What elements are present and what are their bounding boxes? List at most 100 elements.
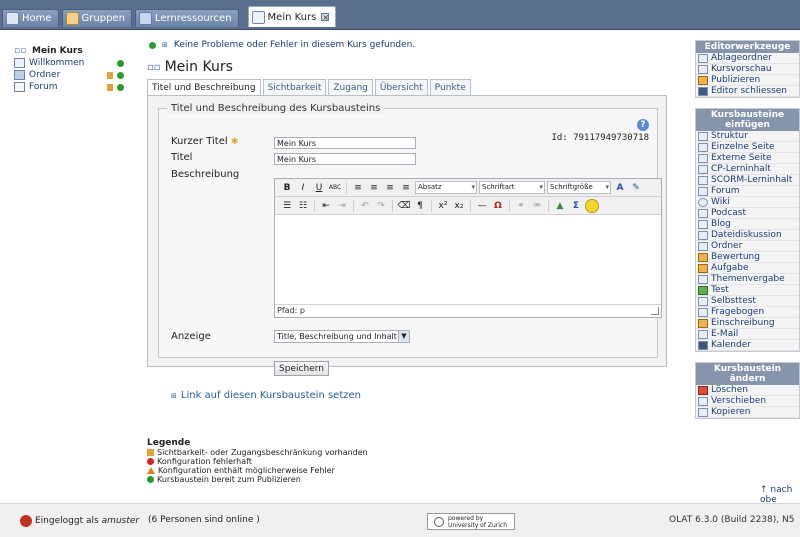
tool-close-editor[interactable]: Editor schliessen bbox=[696, 86, 799, 97]
close-tab-icon[interactable]: × bbox=[321, 13, 330, 22]
description-editor[interactable]: B I U ABC ≡ ≡ ≡ ≡ Absatz Schriftart Schr… bbox=[274, 178, 662, 318]
tab-points[interactable]: Punkte bbox=[429, 79, 471, 95]
subscript-button[interactable]: x₂ bbox=[452, 199, 466, 213]
formula-icon[interactable]: Σ bbox=[569, 199, 583, 213]
indent-button[interactable]: ⇥ bbox=[335, 199, 349, 213]
tab-learning-resources[interactable]: Lernressourcen bbox=[134, 9, 239, 27]
align-center-button[interactable]: ≡ bbox=[367, 181, 381, 195]
tab-access[interactable]: Zugang bbox=[328, 79, 373, 95]
insert-calendar[interactable]: Kalender bbox=[696, 340, 799, 351]
align-justify-button[interactable]: ≡ bbox=[399, 181, 413, 195]
insert-test[interactable]: Test bbox=[696, 285, 799, 296]
undo-button[interactable]: ↶ bbox=[358, 199, 372, 213]
save-button[interactable]: Speichern bbox=[274, 361, 329, 376]
tree-item-welcome[interactable]: Willkommen bbox=[14, 57, 124, 69]
toolbar-separator bbox=[470, 199, 471, 212]
insert-task[interactable]: Aufgabe bbox=[696, 263, 799, 274]
insert-blog[interactable]: Blog bbox=[696, 219, 799, 230]
smiley-icon[interactable] bbox=[585, 198, 599, 213]
insert-enrollment[interactable]: Einschreibung bbox=[696, 318, 799, 329]
italic-button[interactable]: I bbox=[296, 181, 310, 195]
tool-label: Kursvorschau bbox=[711, 64, 772, 74]
insert-folder[interactable]: Ordner bbox=[696, 241, 799, 252]
unlink-icon[interactable]: ⚮ bbox=[530, 199, 544, 213]
insert-self-test[interactable]: Selbsttest bbox=[696, 296, 799, 307]
insert-assessment[interactable]: Bewertung bbox=[696, 252, 799, 263]
horizontal-rule-icon[interactable]: — bbox=[475, 199, 489, 213]
insert-label: CP-Lerninhalt bbox=[711, 164, 771, 174]
insert-podcast[interactable]: Podcast bbox=[696, 208, 799, 219]
insert-forum[interactable]: Forum bbox=[696, 186, 799, 197]
bold-button[interactable]: B bbox=[280, 181, 294, 195]
insert-nodes-panel: Kursbausteine einfügen Struktur Einzelne… bbox=[695, 108, 800, 352]
insert-cp-content[interactable]: CP-Lerninhalt bbox=[696, 164, 799, 175]
outdent-button[interactable]: ⇤ bbox=[319, 199, 333, 213]
tool-storage-folder[interactable]: Ablageordner bbox=[696, 53, 799, 64]
back-to-top-link[interactable]: ↑ nach obe bbox=[760, 485, 800, 505]
insert-external-page[interactable]: Externe Seite bbox=[696, 153, 799, 164]
remove-format-icon[interactable]: ⌫ bbox=[397, 199, 411, 213]
insert-scorm-content[interactable]: SCORM-Lerninhalt bbox=[696, 175, 799, 186]
tool-publish[interactable]: Publizieren bbox=[696, 75, 799, 86]
title-input[interactable]: Mein Kurs bbox=[274, 153, 416, 165]
change-label: Löschen bbox=[711, 385, 748, 395]
tab-title-description[interactable]: Titel und Beschreibung bbox=[147, 79, 261, 96]
tab-groups[interactable]: Gruppen bbox=[61, 9, 132, 27]
insert-file-discussion[interactable]: Dateidiskussion bbox=[696, 230, 799, 241]
tab-visibility[interactable]: Sichtbarkeit bbox=[262, 79, 327, 95]
tool-course-preview[interactable]: Kursvorschau bbox=[696, 64, 799, 75]
tree-root[interactable]: ▫▫ Mein Kurs bbox=[14, 45, 124, 57]
tab-my-course[interactable]: Mein Kurs × bbox=[247, 6, 337, 27]
podcast-icon bbox=[698, 208, 708, 218]
insert-email[interactable]: E-Mail bbox=[696, 329, 799, 340]
editor-tools-title: Editorwerkzeuge bbox=[696, 41, 799, 53]
insert-label: Aufgabe bbox=[711, 263, 749, 273]
insert-topic-assignment[interactable]: Themenvergabe bbox=[696, 274, 799, 285]
username[interactable]: amuster bbox=[102, 516, 139, 526]
tree-item-forum[interactable]: Forum bbox=[14, 81, 124, 93]
help-icon[interactable]: ? bbox=[637, 119, 649, 131]
insert-wiki[interactable]: Wiki bbox=[696, 197, 799, 208]
insert-single-page[interactable]: Einzelne Seite bbox=[696, 142, 799, 153]
align-right-button[interactable]: ≡ bbox=[383, 181, 397, 195]
link-icon[interactable]: ⚭ bbox=[514, 199, 528, 213]
highlight-color-icon[interactable]: ✎ bbox=[629, 181, 643, 195]
bullet-list-button[interactable]: ☰ bbox=[280, 199, 294, 213]
display-select[interactable]: Title, Beschreibung und Inhalt ▼ bbox=[274, 330, 410, 343]
tab-home[interactable]: Home bbox=[2, 9, 59, 27]
text-color-icon[interactable]: A bbox=[613, 181, 627, 195]
legend-row: Konfiguration enthält möglicherweise Feh… bbox=[147, 466, 368, 475]
status-ok-icon bbox=[117, 71, 124, 79]
tree-item-folder[interactable]: Ordner bbox=[14, 69, 124, 81]
insert-questionnaire[interactable]: Fragebogen bbox=[696, 307, 799, 318]
strikethrough-button[interactable]: ABC bbox=[328, 181, 342, 195]
insert-structure[interactable]: Struktur bbox=[696, 131, 799, 142]
insert-label: Podcast bbox=[711, 208, 747, 218]
format-select[interactable]: Absatz bbox=[415, 181, 477, 194]
form-box: Titel und Beschreibung des Kursbausteins… bbox=[147, 95, 667, 401]
superscript-button[interactable]: x² bbox=[436, 199, 450, 213]
change-move[interactable]: Verschieben bbox=[696, 396, 799, 407]
course-icon bbox=[251, 10, 265, 24]
scorm-icon bbox=[698, 175, 708, 185]
change-delete[interactable]: Löschen bbox=[696, 385, 799, 396]
numbered-list-button[interactable]: ☷ bbox=[296, 199, 310, 213]
toolbar-separator bbox=[548, 199, 549, 212]
resize-handle-icon[interactable] bbox=[651, 307, 659, 315]
online-count[interactable]: (6 Personen sind online ) bbox=[148, 515, 260, 525]
short-title-input[interactable]: Mein Kurs bbox=[274, 137, 416, 149]
powered-by-logo[interactable]: powered by University of Zurich bbox=[427, 513, 515, 530]
folder-icon bbox=[698, 241, 708, 251]
redo-button[interactable]: ↷ bbox=[374, 199, 388, 213]
font-select[interactable]: Schriftart bbox=[479, 181, 545, 194]
paragraph-icon[interactable]: ¶ bbox=[413, 199, 427, 213]
tab-overview[interactable]: Übersicht bbox=[374, 79, 428, 95]
set-link[interactable]: ⊞ Link auf diesen Kursbaustein setzen bbox=[171, 390, 361, 401]
insert-label: Test bbox=[711, 285, 729, 295]
align-left-button[interactable]: ≡ bbox=[351, 181, 365, 195]
special-char-icon[interactable]: Ω bbox=[491, 199, 505, 213]
change-copy[interactable]: Kopieren bbox=[696, 407, 799, 418]
image-icon[interactable]: ▲ bbox=[553, 199, 567, 213]
underline-button[interactable]: U bbox=[312, 181, 326, 195]
font-size-select[interactable]: Schriftgröße bbox=[547, 181, 611, 194]
